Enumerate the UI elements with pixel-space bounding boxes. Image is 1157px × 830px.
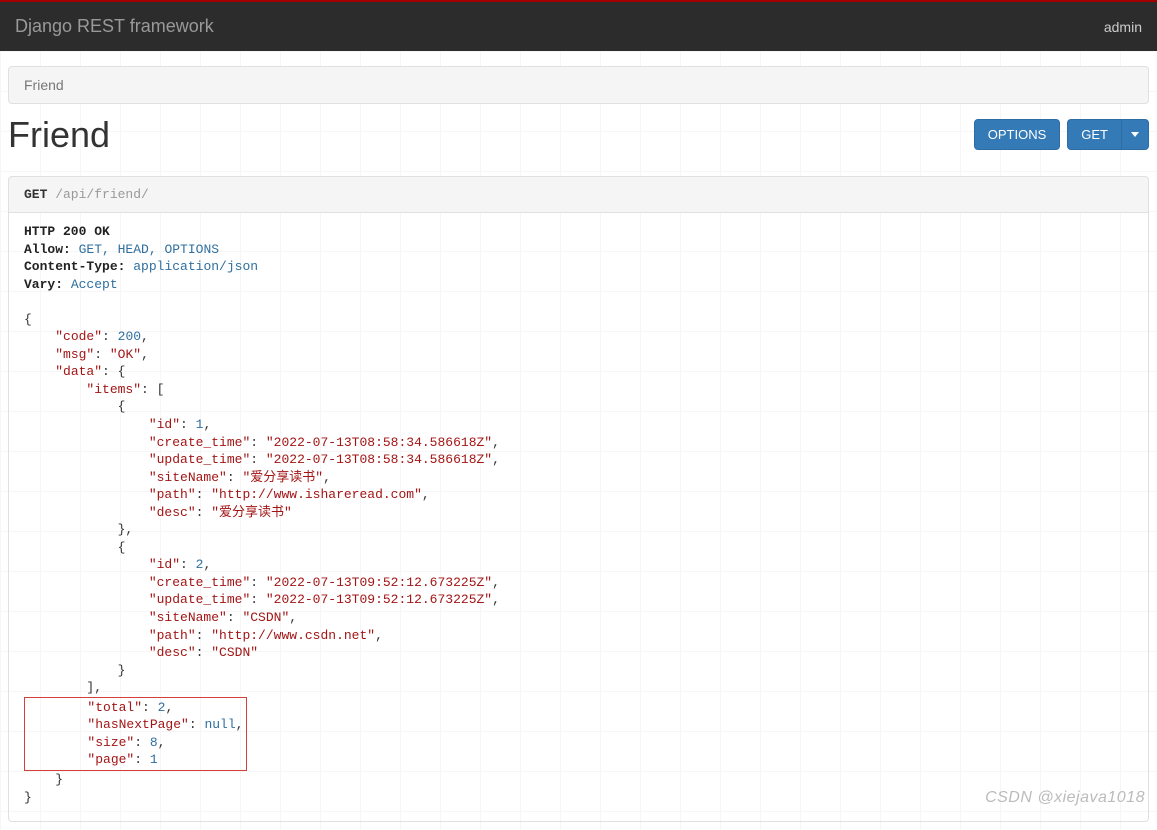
json-key: "update_time" <box>149 452 250 467</box>
breadcrumb: Friend <box>8 66 1149 104</box>
json-value: "2022-07-13T08:58:34.586618Z" <box>266 452 492 467</box>
page-title: Friend <box>8 114 110 156</box>
get-button-group: GET <box>1067 119 1149 150</box>
json-value: 200 <box>118 329 141 344</box>
json-key: "id" <box>149 417 180 432</box>
vary-value: Accept <box>71 277 118 292</box>
json-value: "http://www.ishareread.com" <box>211 487 422 502</box>
allow-value: GET, HEAD, OPTIONS <box>79 242 219 257</box>
json-value: 1 <box>196 417 204 432</box>
json-key: "data" <box>55 364 102 379</box>
json-key: "id" <box>149 557 180 572</box>
get-button[interactable]: GET <box>1067 119 1121 150</box>
json-key: "update_time" <box>149 592 250 607</box>
navbar-brand[interactable]: Django REST framework <box>15 16 214 37</box>
watermark: CSDN @xiejava1018 <box>985 789 1145 807</box>
json-key: "items" <box>86 382 141 397</box>
json-key: "size" <box>87 735 134 750</box>
json-key: "total" <box>87 700 142 715</box>
action-buttons: OPTIONS GET <box>974 119 1149 150</box>
breadcrumb-item[interactable]: Friend <box>24 77 64 93</box>
allow-label: Allow: <box>24 242 71 257</box>
response-box: HTTP 200 OK Allow: GET, HEAD, OPTIONS Co… <box>8 213 1149 822</box>
highlighted-pagination: "total": 2, "hasNextPage": null, "size":… <box>24 697 247 771</box>
json-key: "siteName" <box>149 610 227 625</box>
json-value: "OK" <box>110 347 141 362</box>
json-key: "desc" <box>149 645 196 660</box>
request-method: GET <box>24 187 47 202</box>
json-key: "create_time" <box>149 435 250 450</box>
json-key: "page" <box>87 752 134 767</box>
content-type-value: application/json <box>133 259 258 274</box>
json-value: "2022-07-13T08:58:34.586618Z" <box>266 435 492 450</box>
header-row: Friend OPTIONS GET <box>8 119 1149 156</box>
json-value: "爱分享读书" <box>242 470 323 485</box>
json-value: null <box>204 717 235 732</box>
json-value: 8 <box>150 735 158 750</box>
vary-label: Vary: <box>24 277 63 292</box>
json-value: "爱分享读书" <box>211 505 292 520</box>
navbar-user-link[interactable]: admin <box>1104 19 1142 35</box>
options-button[interactable]: OPTIONS <box>974 119 1061 150</box>
json-value: 1 <box>150 752 158 767</box>
json-key: "path" <box>149 628 196 643</box>
json-value: 2 <box>196 557 204 572</box>
json-key: "create_time" <box>149 575 250 590</box>
json-value: "http://www.csdn.net" <box>211 628 375 643</box>
json-key: "code" <box>55 329 102 344</box>
navbar: Django REST framework admin <box>0 2 1157 51</box>
request-path: /api/friend/ <box>47 187 148 202</box>
json-key: "msg" <box>55 347 94 362</box>
get-dropdown-button[interactable] <box>1121 119 1149 150</box>
caret-down-icon <box>1131 132 1139 137</box>
json-key: "desc" <box>149 505 196 520</box>
json-key: "hasNextPage" <box>87 717 188 732</box>
json-value: "CSDN" <box>211 645 258 660</box>
json-value: "CSDN" <box>242 610 289 625</box>
json-value: 2 <box>158 700 166 715</box>
json-key: "siteName" <box>149 470 227 485</box>
json-value: "2022-07-13T09:52:12.673225Z" <box>266 575 492 590</box>
json-value: "2022-07-13T09:52:12.673225Z" <box>266 592 492 607</box>
status-line: HTTP 200 OK <box>24 224 110 239</box>
content-type-label: Content-Type: <box>24 259 125 274</box>
request-line: GET /api/friend/ <box>8 176 1149 213</box>
json-key: "path" <box>149 487 196 502</box>
